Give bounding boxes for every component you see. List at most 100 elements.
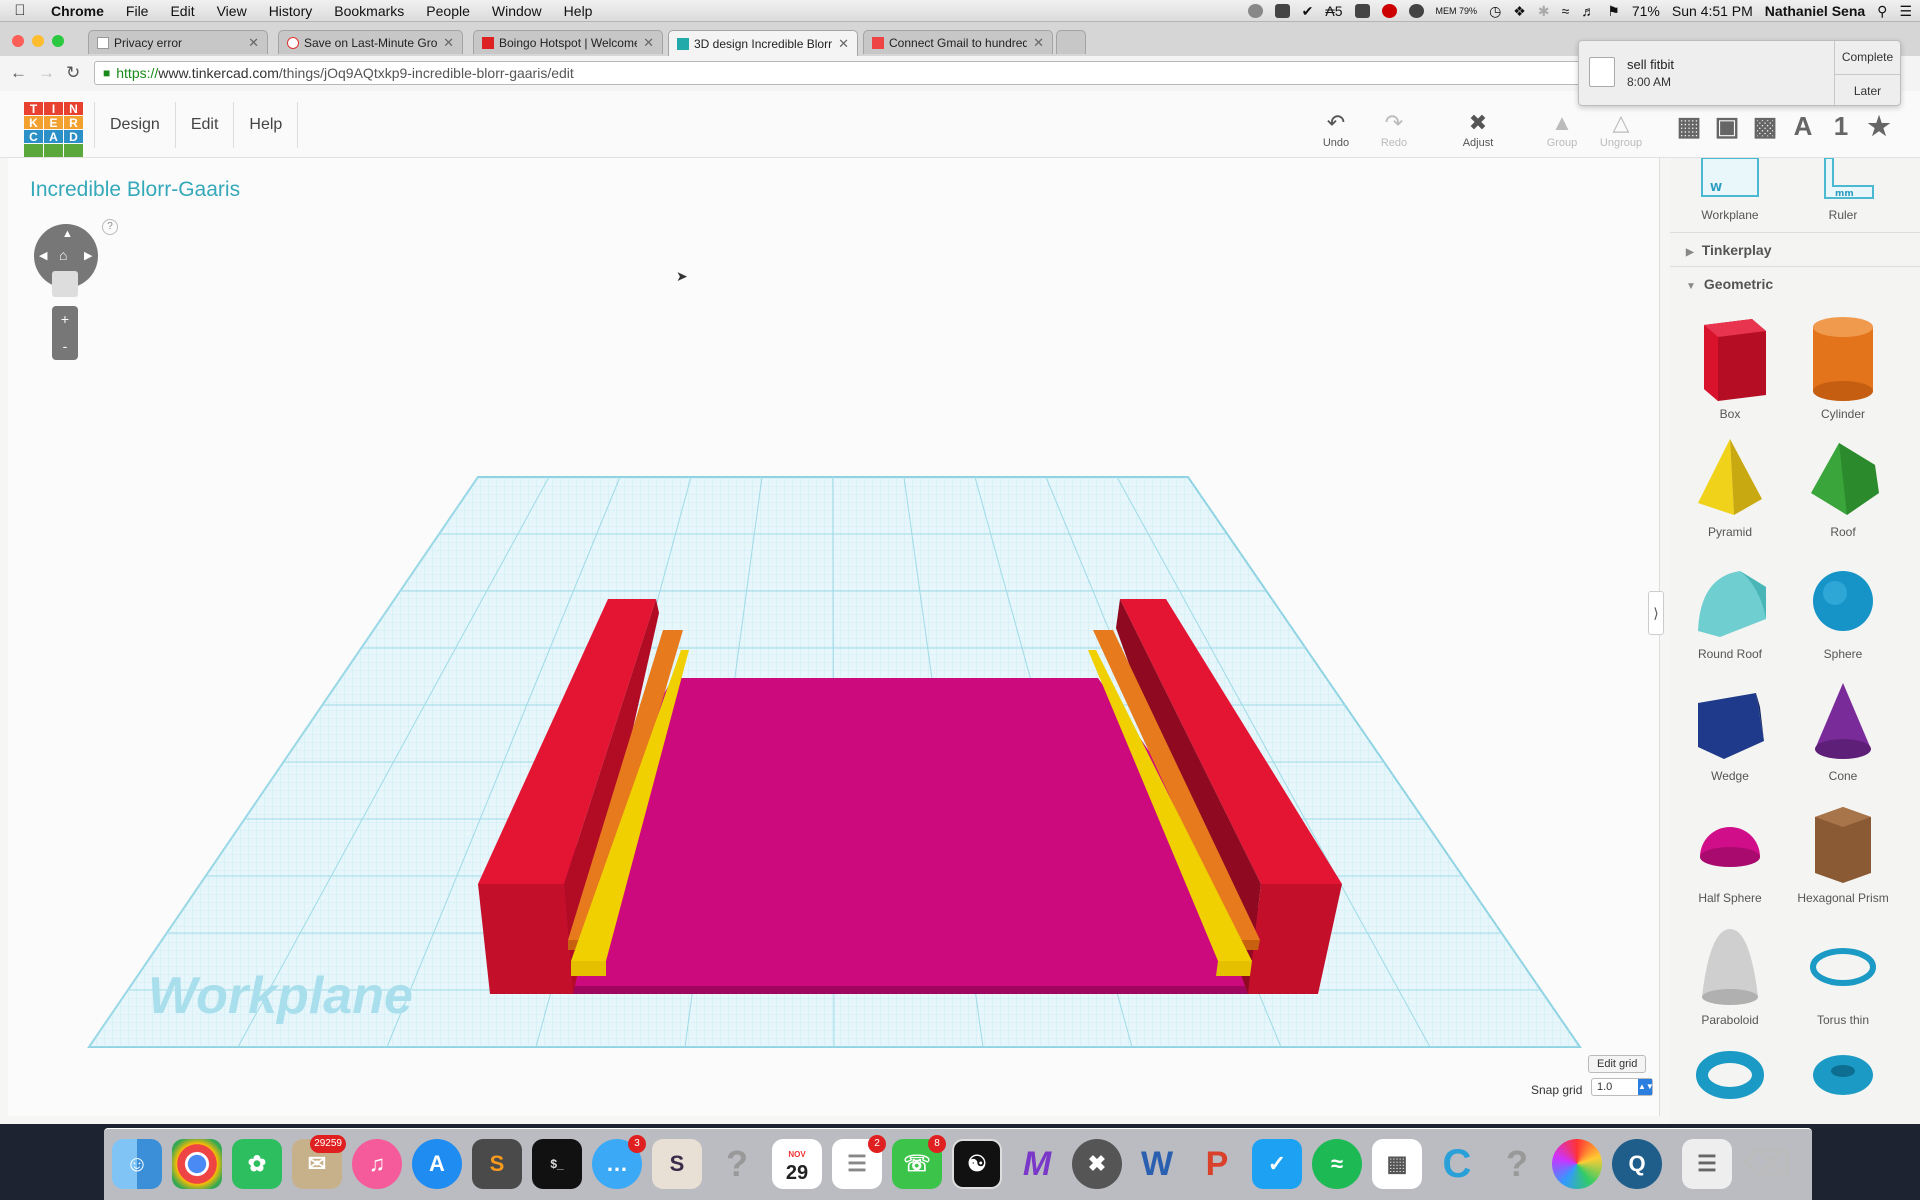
menu-help-tc[interactable]: Help	[234, 102, 299, 148]
tab-privacy-error[interactable]: Privacy error ✕	[88, 30, 268, 54]
tab-boingo[interactable]: Boingo Hotspot | Welcome ✕	[473, 30, 663, 54]
mail-icon[interactable]: ✉ 29259	[292, 1135, 346, 1189]
shape-cone[interactable]: Cone	[1788, 679, 1898, 783]
menu-help[interactable]: Help	[553, 3, 604, 19]
tab-tinkercad[interactable]: 3D design Incredible Blorr ✕	[668, 30, 858, 56]
forward-arrow-icon[interactable]: →	[38, 63, 55, 83]
menu-history[interactable]: History	[258, 3, 324, 19]
notification-later-button[interactable]: Later	[1835, 74, 1900, 107]
twitter-icon[interactable]: ✓	[1252, 1139, 1302, 1189]
xcode-helper-icon[interactable]: ✖	[1072, 1139, 1122, 1189]
menu-design[interactable]: Design	[94, 102, 176, 148]
evernote-icon[interactable]: ✿	[232, 1139, 282, 1189]
bluetooth-icon[interactable]: ✱	[1538, 3, 1550, 20]
menu-view[interactable]: View	[206, 3, 258, 19]
menu-app-name[interactable]: Chrome	[40, 3, 115, 19]
redo-button[interactable]: ↷ Redo	[1364, 111, 1424, 150]
section-tinkerplay[interactable]: ▶ Tinkerplay	[1670, 232, 1920, 266]
photos-icon[interactable]	[1552, 1139, 1602, 1189]
word-icon[interactable]: W	[1132, 1139, 1182, 1189]
grid-status-icon[interactable]	[1354, 4, 1370, 18]
close-tab-icon[interactable]: ✕	[248, 35, 259, 51]
adjust-button[interactable]: ✖ Adjust	[1448, 111, 1508, 150]
close-tab-icon[interactable]: ✕	[1033, 35, 1044, 51]
spotify-icon[interactable]: ≈	[1312, 1139, 1362, 1189]
facetime-icon[interactable]: ☏ 8	[892, 1135, 946, 1189]
shape-roof[interactable]: Roof	[1788, 435, 1898, 539]
volume-icon[interactable]: ♬	[1581, 3, 1595, 19]
app-store-icon[interactable]: A	[412, 1139, 462, 1189]
memory-status[interactable]: MEM 79%	[1436, 6, 1478, 16]
input-flag-icon[interactable]: ⚑	[1607, 3, 1620, 20]
tab-groceries[interactable]: Save on Last-Minute Groce ✕	[278, 30, 463, 54]
shape-half-sphere[interactable]: Half Sphere	[1675, 801, 1785, 905]
trash-icon[interactable]: ⌫	[1742, 1139, 1792, 1189]
wireframe-view-icon[interactable]: ▩	[1752, 113, 1778, 139]
close-tab-icon[interactable]: ✕	[643, 35, 654, 51]
shape-sphere[interactable]: Sphere	[1788, 557, 1898, 661]
reminders-icon[interactable]: ☰ 2	[832, 1135, 886, 1189]
orbit-right-icon[interactable]: ▶	[84, 249, 92, 262]
orbit-left-icon[interactable]: ◀	[39, 249, 47, 262]
quicktime-icon[interactable]: Q	[1612, 1139, 1662, 1189]
snap-grid-select[interactable]: 1.0 ▲▼	[1591, 1078, 1654, 1096]
itunes-icon[interactable]: ♫	[352, 1139, 402, 1189]
close-tab-icon[interactable]: ✕	[443, 35, 454, 51]
dropbox-status-icon[interactable]: ❖	[1513, 3, 1526, 20]
home-view-icon[interactable]: ⌂	[59, 247, 67, 263]
powerpoint-icon[interactable]: P	[1192, 1139, 1242, 1189]
shape-torus[interactable]	[1675, 1045, 1785, 1109]
calendar-icon[interactable]: NOV 29	[772, 1139, 822, 1189]
messages-icon[interactable]: … 3	[592, 1135, 646, 1189]
tinkercad-logo[interactable]: T I N K E R C A D	[24, 102, 83, 157]
reload-icon[interactable]: ↻	[66, 63, 80, 83]
number-tool-icon[interactable]: 1	[1828, 113, 1854, 139]
menu-edit[interactable]: Edit	[159, 3, 205, 19]
ruler-helper[interactable]: mm Ruler	[1788, 158, 1898, 222]
shape-cylinder[interactable]: Cylinder	[1788, 313, 1898, 421]
sublime-text-icon[interactable]: S	[472, 1139, 522, 1189]
undo-button[interactable]: ↶ Undo	[1306, 111, 1366, 150]
record-status-icon[interactable]	[1247, 4, 1263, 18]
navigation-help-icon[interactable]: ?	[102, 219, 118, 235]
minimize-window-button[interactable]	[32, 35, 44, 47]
zoom-window-button[interactable]	[52, 35, 64, 47]
shape-torus-thin[interactable]: Torus thin	[1788, 923, 1898, 1027]
zoom-out-button[interactable]: -	[52, 333, 78, 360]
apple-menu-icon[interactable]: 	[0, 2, 40, 19]
close-window-button[interactable]	[12, 35, 24, 47]
battery-status[interactable]: 71%	[1632, 3, 1660, 19]
menu-people[interactable]: People	[415, 3, 481, 19]
orbit-up-icon[interactable]: ▲	[62, 228, 73, 240]
shape-hexagonal-prism[interactable]: Hexagonal Prism	[1788, 801, 1898, 905]
c-app-icon[interactable]: C	[1432, 1139, 1482, 1189]
spotlight-search-icon[interactable]: ⚲	[1877, 3, 1887, 20]
check-status-icon[interactable]: ✔	[1302, 3, 1314, 20]
grid-view-icon[interactable]: ▦	[1676, 113, 1702, 139]
menu-bookmarks[interactable]: Bookmarks	[323, 3, 415, 19]
menu-file[interactable]: File	[115, 3, 160, 19]
workplane-helper[interactable]: W Workplane	[1675, 158, 1785, 222]
notification-complete-button[interactable]: Complete	[1835, 41, 1900, 74]
tab-gmail-connect[interactable]: Connect Gmail to hundreds ✕	[863, 30, 1053, 54]
workplane-scene[interactable]: Workplane	[8, 158, 1660, 1116]
shape-round-roof[interactable]: Round Roof	[1675, 557, 1785, 661]
shape-wedge[interactable]: Wedge	[1675, 679, 1785, 783]
lastpass-status-icon[interactable]	[1381, 4, 1397, 18]
back-arrow-icon[interactable]: ←	[10, 63, 27, 83]
user-name[interactable]: Nathaniel Sena	[1765, 3, 1865, 19]
chrome-icon[interactable]	[172, 1139, 222, 1189]
notification-center-icon[interactable]: ☰	[1899, 3, 1912, 20]
unknown-app-icon-2[interactable]: ?	[1492, 1139, 1542, 1189]
group-button[interactable]: ▲ Group	[1532, 111, 1592, 150]
terminal-icon[interactable]: $_	[532, 1139, 582, 1189]
shape-box[interactable]: Box	[1675, 313, 1785, 421]
shape-pyramid[interactable]: Pyramid	[1675, 435, 1785, 539]
m-app-icon[interactable]: M	[1012, 1139, 1062, 1189]
menu-edit-tc[interactable]: Edit	[176, 102, 235, 148]
wifi-icon[interactable]: ≈	[1562, 3, 1570, 19]
design-canvas[interactable]: Workplane Incredible Blorr-Gaaris ▲ ▼	[8, 158, 1660, 1116]
clock-time[interactable]: Sun 4:51 PM	[1672, 3, 1753, 19]
clock-status-icon[interactable]: ◷	[1489, 3, 1501, 20]
text-tool-icon[interactable]: A	[1790, 113, 1816, 139]
